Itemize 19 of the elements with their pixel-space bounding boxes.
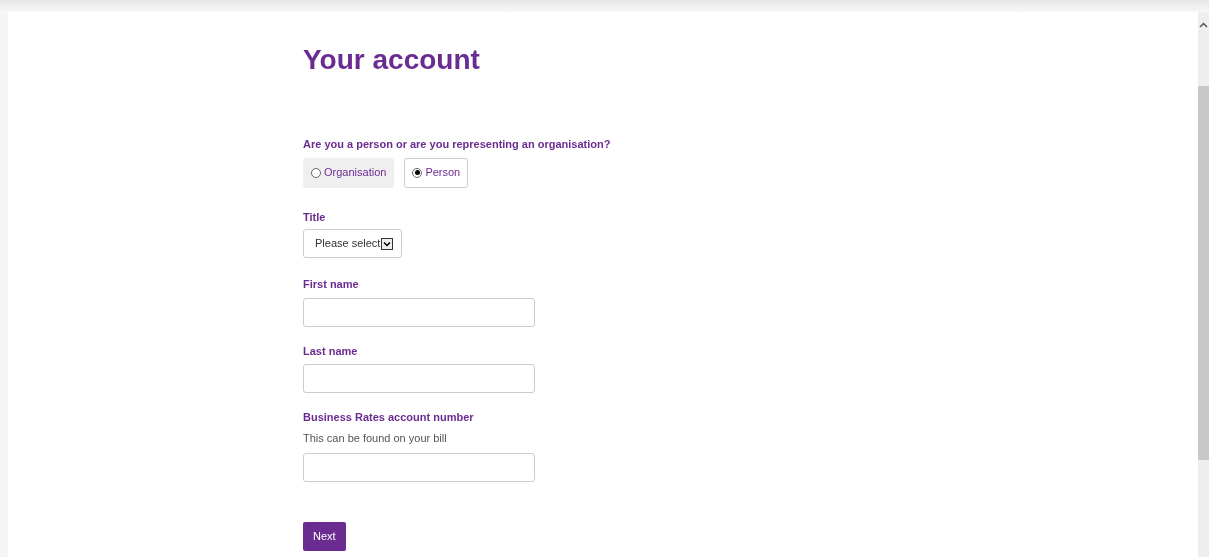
text-input[interactable]: [303, 453, 535, 482]
field-label: Last name: [303, 343, 358, 359]
next-button[interactable]: Next: [303, 522, 346, 551]
field-hint: This can be found on your bill: [303, 430, 447, 446]
scrollbar[interactable]: [1198, 12, 1209, 557]
radio-option[interactable]: Organisation: [303, 157, 395, 188]
scrollbar-thumb[interactable]: [1198, 86, 1209, 460]
text-input[interactable]: [303, 297, 535, 327]
scroll-up-icon[interactable]: [1199, 22, 1208, 28]
radio-option[interactable]: Person: [404, 157, 469, 188]
field-label: Title: [303, 209, 326, 225]
field-label: First name: [303, 277, 359, 292]
radio-button-icon[interactable]: [412, 167, 423, 178]
radio-button-icon[interactable]: [311, 167, 321, 178]
text-input[interactable]: [303, 364, 535, 393]
title-select[interactable]: Please select: [303, 229, 402, 258]
field-label: Business Rates account number: [303, 410, 474, 425]
question-label: Are you a person or are you representing an organisation?: [303, 137, 611, 152]
page-heading: Your account: [303, 44, 480, 76]
